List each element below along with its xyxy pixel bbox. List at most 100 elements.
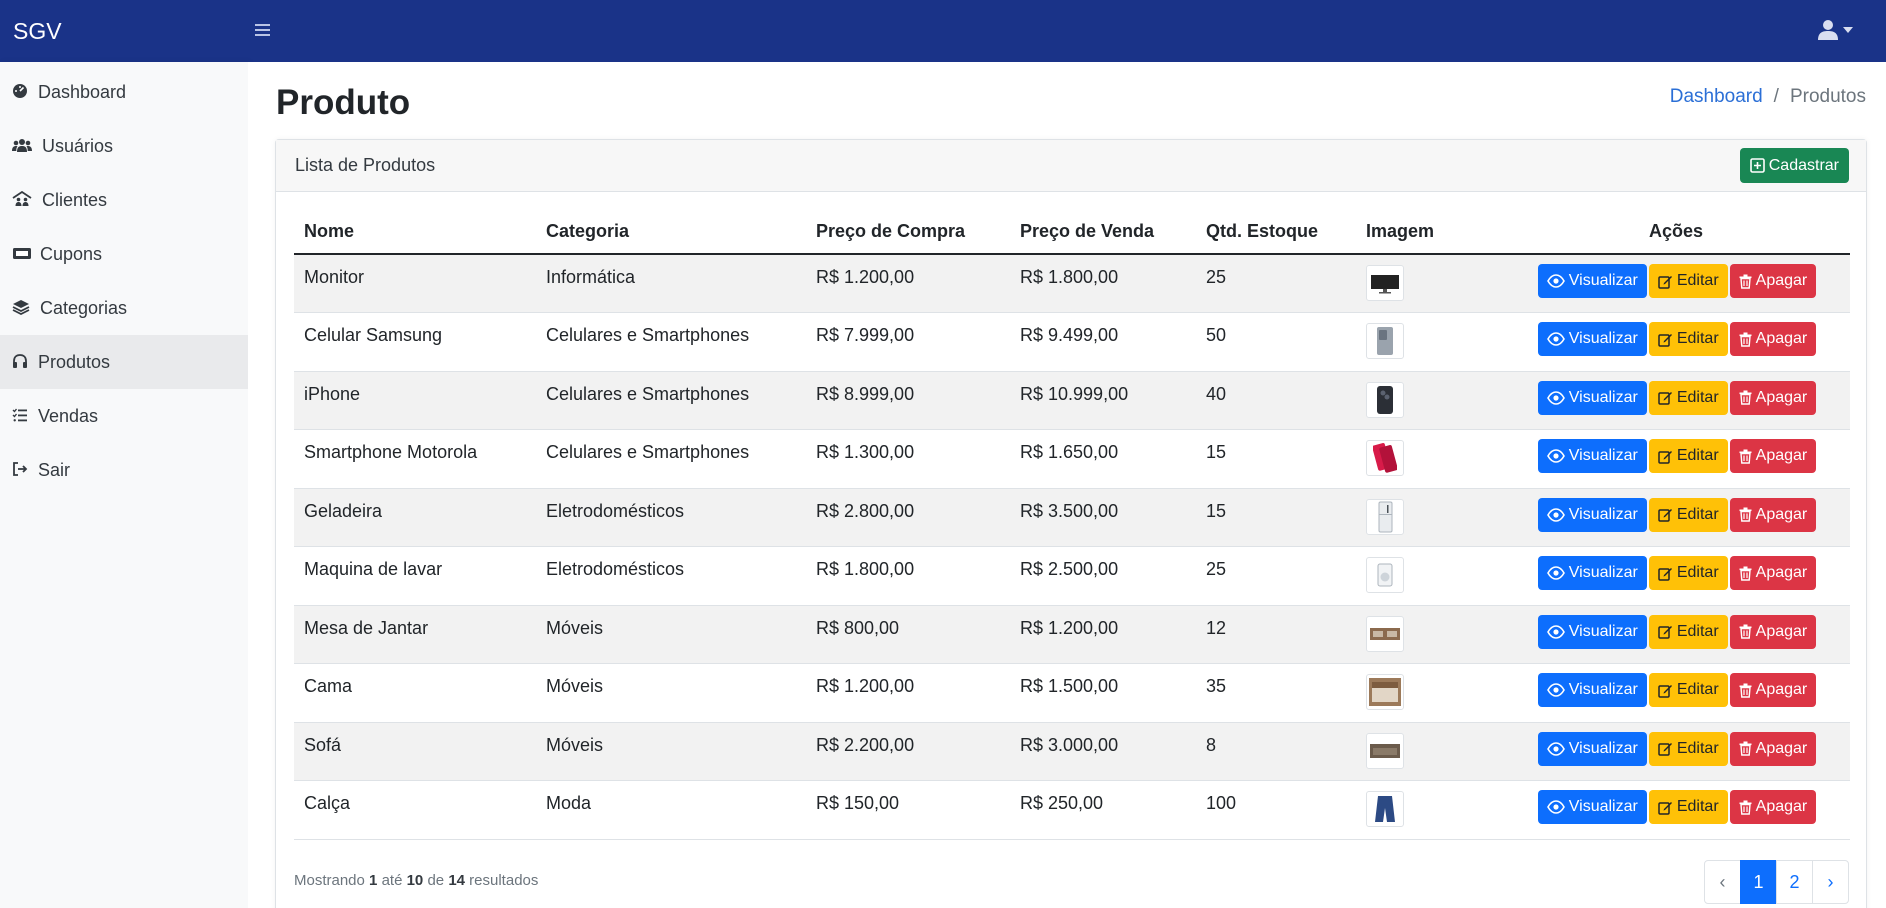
product-thumbnail[interactable] (1366, 732, 1404, 769)
column-header-nome[interactable]: Nome (294, 210, 536, 255)
cell-imagem (1356, 429, 1502, 489)
pagination-page-1[interactable]: 1 (1740, 860, 1777, 904)
view-button[interactable]: Visualizar (1537, 380, 1647, 415)
sidebar-item-label: Dashboard (38, 81, 127, 102)
sign-out-icon (12, 461, 30, 479)
column-header-preco-venda[interactable]: Preço de Venda (1010, 210, 1196, 255)
view-button[interactable]: Visualizar (1537, 614, 1647, 649)
edit-button[interactable]: Editar (1648, 439, 1728, 473)
hamburger-menu-icon[interactable] (255, 18, 275, 42)
edit-icon (1658, 801, 1672, 815)
sidebar-item-label: Clientes (42, 189, 108, 210)
column-header-qtd-estoque[interactable]: Qtd. Estoque (1196, 210, 1356, 255)
column-header-preco-compra[interactable]: Preço de Compra (806, 210, 1010, 255)
cell-imagem (1356, 722, 1502, 781)
edit-button[interactable]: Editar (1648, 264, 1728, 298)
edit-icon (1658, 275, 1672, 289)
product-thumbnail[interactable] (1366, 381, 1404, 418)
cell-nome: Calça (294, 780, 536, 840)
edit-button[interactable]: Editar (1648, 497, 1728, 532)
product-thumbnail[interactable] (1366, 557, 1404, 593)
sidebar-item-sair[interactable]: Sair (0, 443, 248, 497)
delete-button[interactable]: Apagar (1729, 731, 1817, 766)
column-header-imagem: Imagem (1356, 210, 1502, 255)
delete-button[interactable]: Apagar (1729, 673, 1817, 707)
view-button[interactable]: Visualizar (1537, 731, 1647, 766)
table-row: Mesa de Jantar Móveis R$ 800,00 R$ 1.200,00… (294, 605, 1850, 664)
view-button[interactable]: Visualizar (1537, 790, 1647, 824)
edit-button[interactable]: Editar (1648, 380, 1728, 415)
user-menu[interactable] (1818, 16, 1862, 44)
delete-button[interactable]: Apagar (1729, 322, 1817, 356)
cell-nome: Mesa de Jantar (294, 605, 536, 664)
sidebar-item-clientes[interactable]: Clientes (0, 173, 248, 227)
cell-qtd-estoque: 35 (1196, 663, 1356, 723)
cell-categoria: Eletrodomésticos (536, 488, 806, 547)
cell-categoria: Eletrodomésticos (536, 546, 806, 606)
delete-label: Apagar (1755, 798, 1808, 815)
view-button[interactable]: Visualizar (1537, 439, 1647, 473)
edit-button[interactable]: Editar (1648, 614, 1728, 649)
cell-preco-compra: R$ 7.999,00 (806, 312, 1010, 372)
cell-preco-compra: R$ 2.200,00 (806, 722, 1010, 781)
edit-button[interactable]: Editar (1648, 322, 1728, 356)
delete-label: Apagar (1755, 564, 1808, 581)
delete-button[interactable]: Apagar (1729, 497, 1817, 532)
app-brand[interactable]: SGV (13, 17, 62, 45)
product-thumbnail[interactable] (1366, 323, 1404, 359)
view-label: Visualizar (1568, 681, 1638, 698)
delete-button[interactable]: Apagar (1729, 264, 1817, 298)
top-navbar: SGV (0, 0, 1886, 62)
cell-categoria: Celulares e Smartphones (536, 429, 806, 489)
edit-button[interactable]: Editar (1648, 731, 1728, 766)
view-button[interactable]: Visualizar (1537, 322, 1647, 356)
view-button[interactable]: Visualizar (1537, 497, 1647, 532)
view-button[interactable]: Visualizar (1537, 556, 1647, 590)
sidebar-item-categorias[interactable]: Categorias (0, 281, 248, 335)
product-thumbnail[interactable] (1366, 498, 1404, 535)
pagination-next-button[interactable]: › (1812, 860, 1849, 904)
cell-acoes: Visualizar Editar Apagar (1502, 546, 1850, 606)
pagination-page-2[interactable]: 2 (1776, 860, 1813, 904)
cell-preco-compra: R$ 2.800,00 (806, 488, 1010, 547)
cell-preco-venda: R$ 1.650,00 (1010, 429, 1196, 489)
add-product-button[interactable]: Cadastrar (1739, 148, 1849, 183)
delete-button[interactable]: Apagar (1729, 790, 1817, 824)
eye-icon (1546, 683, 1565, 697)
product-thumbnail[interactable] (1366, 265, 1404, 301)
sidebar-item-cupons[interactable]: Cupons (0, 227, 248, 281)
delete-button[interactable]: Apagar (1729, 614, 1817, 649)
edit-button[interactable]: Editar (1648, 790, 1728, 824)
pagination-prev-button[interactable]: ‹ (1704, 860, 1741, 904)
edit-icon (1658, 509, 1672, 522)
table-row: Calça Moda R$ 150,00 R$ 250,00 100 Visualizar… (294, 780, 1850, 840)
cell-imagem (1356, 254, 1502, 313)
eye-icon (1546, 800, 1565, 814)
delete-button[interactable]: Apagar (1729, 380, 1817, 415)
edit-button[interactable]: Editar (1648, 556, 1728, 590)
table-row: Sofá Móveis R$ 2.200,00 R$ 3.000,00 8 Visuali… (294, 722, 1850, 781)
product-thumbnail[interactable] (1366, 615, 1404, 652)
delete-button[interactable]: Apagar (1729, 439, 1817, 473)
view-button[interactable]: Visualizar (1537, 673, 1647, 707)
eye-icon (1546, 449, 1565, 463)
sidebar-item-dashboard[interactable]: Dashboard (0, 65, 248, 119)
column-header-categoria[interactable]: Categoria (536, 210, 806, 255)
table-row: Celular Samsung Celulares e Smartphones R$… (294, 312, 1850, 372)
results-summary: Mostrando 1 até 10 de 14 resultados (294, 872, 538, 889)
product-thumbnail[interactable] (1366, 674, 1404, 710)
view-button[interactable]: Visualizar (1537, 264, 1647, 298)
product-thumbnail[interactable] (1366, 791, 1404, 827)
breadcrumb-link-dashboard[interactable]: Dashboard (1670, 86, 1763, 108)
eye-icon (1546, 507, 1565, 522)
edit-button[interactable]: Editar (1648, 673, 1728, 707)
delete-button[interactable]: Apagar (1729, 556, 1817, 590)
sidebar-item-produtos[interactable]: Produtos (0, 335, 248, 389)
view-label: Visualizar (1568, 739, 1638, 757)
sidebar-item-usuarios[interactable]: Usuários (0, 119, 248, 173)
trash-icon (1739, 390, 1752, 405)
sidebar-item-vendas[interactable]: Vendas (0, 389, 248, 443)
product-thumbnail[interactable] (1366, 440, 1404, 476)
results-to-word: até (381, 872, 403, 889)
cell-imagem (1356, 371, 1502, 430)
